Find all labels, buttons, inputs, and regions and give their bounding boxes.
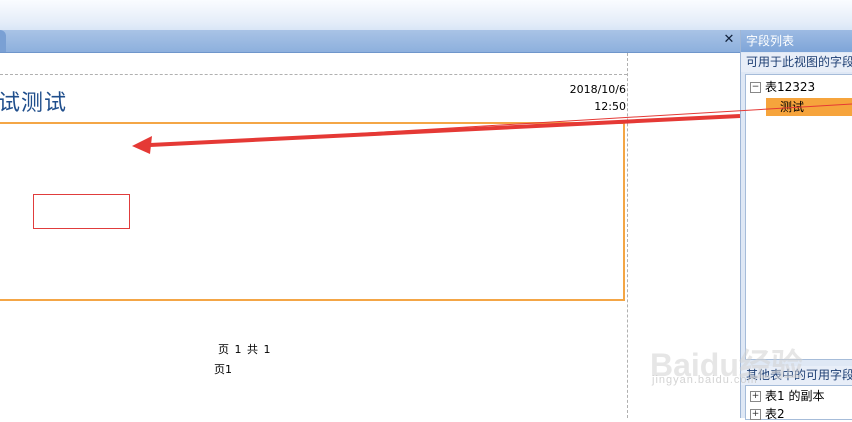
page-margin-guide-vertical bbox=[627, 53, 628, 418]
close-icon[interactable]: ✕ bbox=[722, 32, 736, 48]
table-name: 表12323 bbox=[765, 80, 816, 94]
available-fields-label: 可用于此视图的字段 bbox=[741, 53, 852, 72]
other-fields-label: 其他表中的可用字段 bbox=[741, 366, 852, 385]
report-design-canvas[interactable]: 试测试 2018/10/6 12:50 页1 页 1 共 1 bbox=[0, 53, 740, 418]
tree-table-row[interactable]: − 表12323 bbox=[750, 78, 815, 95]
tree-table-row[interactable]: + 表2 bbox=[750, 405, 785, 422]
report-title[interactable]: 试测试 bbox=[0, 85, 67, 117]
field-drop-target[interactable] bbox=[33, 194, 130, 229]
tree-table-row[interactable]: + 表1 的副本 bbox=[750, 387, 824, 404]
page-number-label[interactable]: 页1 bbox=[214, 361, 232, 377]
document-tab-bar: ✕ bbox=[0, 30, 740, 53]
canvas-margin bbox=[628, 53, 740, 418]
table-name: 表2 bbox=[765, 407, 785, 421]
document-tab[interactable] bbox=[0, 30, 6, 52]
other-fields-tree[interactable]: + 表1 的副本 + 表2 bbox=[745, 385, 852, 422]
page-margin-guide-horizontal bbox=[0, 74, 627, 75]
expand-icon[interactable]: + bbox=[750, 409, 761, 420]
report-date[interactable]: 2018/10/6 bbox=[570, 83, 626, 96]
report-time[interactable]: 12:50 bbox=[594, 100, 626, 113]
page-footer[interactable]: 页 1 共 1 bbox=[218, 341, 272, 357]
table-name: 表1 的副本 bbox=[765, 389, 825, 403]
field-list-panel: 字段列表 可用于此视图的字段 − 表12323 测试 其他表中的可用字段 + 表1 … bbox=[740, 30, 852, 422]
expand-icon[interactable]: + bbox=[750, 391, 761, 402]
detail-section[interactable]: 页1 bbox=[0, 122, 625, 376]
collapse-icon[interactable]: − bbox=[750, 82, 761, 93]
available-fields-tree[interactable]: − 表12323 测试 bbox=[745, 74, 852, 360]
field-list-header: 字段列表 bbox=[741, 30, 852, 52]
ribbon-bar bbox=[0, 0, 852, 31]
field-item-selected[interactable]: 测试 bbox=[766, 98, 852, 116]
